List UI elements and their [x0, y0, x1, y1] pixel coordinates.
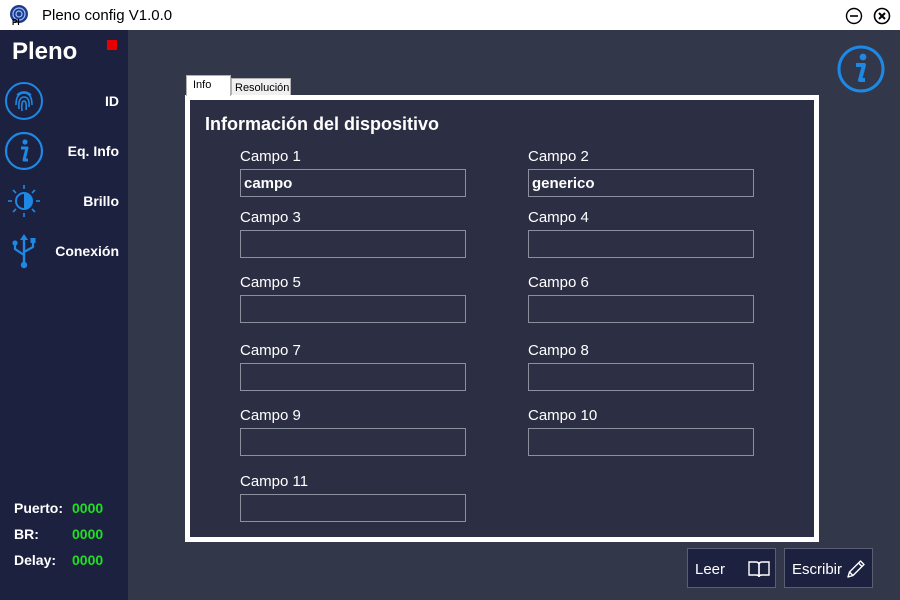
stat-value: 0000	[72, 500, 104, 516]
brand-title: Pleno	[12, 38, 78, 65]
read-button-label: Leer	[695, 561, 726, 578]
campo-4-input[interactable]	[528, 230, 754, 258]
campo-6-input[interactable]	[528, 295, 754, 323]
device-info-panel: Información del dispositivo Campo 1 Camp…	[190, 100, 814, 537]
info-icon	[4, 131, 44, 171]
sidebar-item-id[interactable]: ID	[0, 78, 128, 124]
sidebar-item-label: ID	[105, 93, 119, 109]
campo-5-input[interactable]	[240, 295, 466, 323]
field-label: Campo 6	[528, 274, 589, 291]
campo-8-input[interactable]	[528, 363, 754, 391]
sidebar-item-label: Eq. Info	[67, 143, 119, 159]
usb-icon	[12, 234, 36, 269]
pencil-icon	[847, 560, 865, 578]
tab-resolucion[interactable]: Resolución	[231, 78, 291, 95]
sidebar-item-brillo[interactable]: Brillo	[0, 178, 128, 224]
sidebar-item-eq-info[interactable]: Eq. Info	[0, 128, 128, 174]
campo-7-input[interactable]	[240, 363, 466, 391]
sidebar-item-conexion[interactable]: Conexión	[0, 228, 128, 274]
field-label: Campo 2	[528, 148, 589, 165]
campo-9-input[interactable]	[240, 428, 466, 456]
panel-title: Información del dispositivo	[205, 114, 440, 134]
campo-1-input[interactable]	[240, 169, 466, 197]
field-label: Campo 3	[240, 209, 301, 226]
sidebar: Pleno ID Eq. Info Brillo Conexión Puerto…	[0, 30, 128, 600]
write-button[interactable]: Escribir	[784, 548, 873, 588]
field-label: Campo 9	[240, 407, 301, 424]
title-bar: PI Pleno config V1.0.0	[0, 0, 900, 30]
campo-10-input[interactable]	[528, 428, 754, 456]
status-indicator	[107, 40, 117, 50]
window-title: Pleno config V1.0.0	[42, 7, 173, 24]
brightness-icon	[8, 185, 40, 217]
stat-delay: Delay: 0000	[14, 552, 103, 568]
close-icon[interactable]	[873, 7, 891, 25]
svg-text:PI: PI	[12, 18, 20, 26]
field-label: Campo 1	[240, 148, 301, 165]
field-label: Campo 10	[528, 407, 598, 424]
sidebar-item-label: Conexión	[55, 243, 119, 259]
stat-label: BR:	[14, 526, 39, 542]
stat-puerto: Puerto: 0000	[14, 500, 103, 516]
field-label: Campo 11	[240, 473, 309, 490]
app-logo-icon: PI	[10, 5, 28, 26]
stat-label: Delay:	[14, 552, 57, 568]
campo-2-input[interactable]	[528, 169, 754, 197]
field-label: Campo 8	[528, 342, 589, 359]
campo-3-input[interactable]	[240, 230, 466, 258]
field-label: Campo 5	[240, 274, 301, 291]
minimize-icon[interactable]	[845, 7, 863, 25]
fingerprint-icon	[5, 82, 43, 120]
tab-panel: Información del dispositivo Campo 1 Camp…	[185, 95, 819, 542]
info-icon[interactable]	[836, 44, 886, 94]
stat-value: 0000	[72, 552, 104, 568]
stat-br: BR: 0000	[14, 526, 103, 542]
book-icon	[748, 561, 770, 578]
field-label: Campo 4	[528, 209, 589, 226]
read-button[interactable]: Leer	[687, 548, 776, 588]
sidebar-item-label: Brillo	[83, 193, 119, 209]
stat-label: Puerto:	[14, 500, 63, 516]
tab-info[interactable]: Info	[186, 75, 231, 96]
campo-11-input[interactable]	[240, 494, 466, 522]
field-label: Campo 7	[240, 342, 301, 359]
stat-value: 0000	[72, 526, 104, 542]
write-button-label: Escribir	[792, 561, 843, 578]
